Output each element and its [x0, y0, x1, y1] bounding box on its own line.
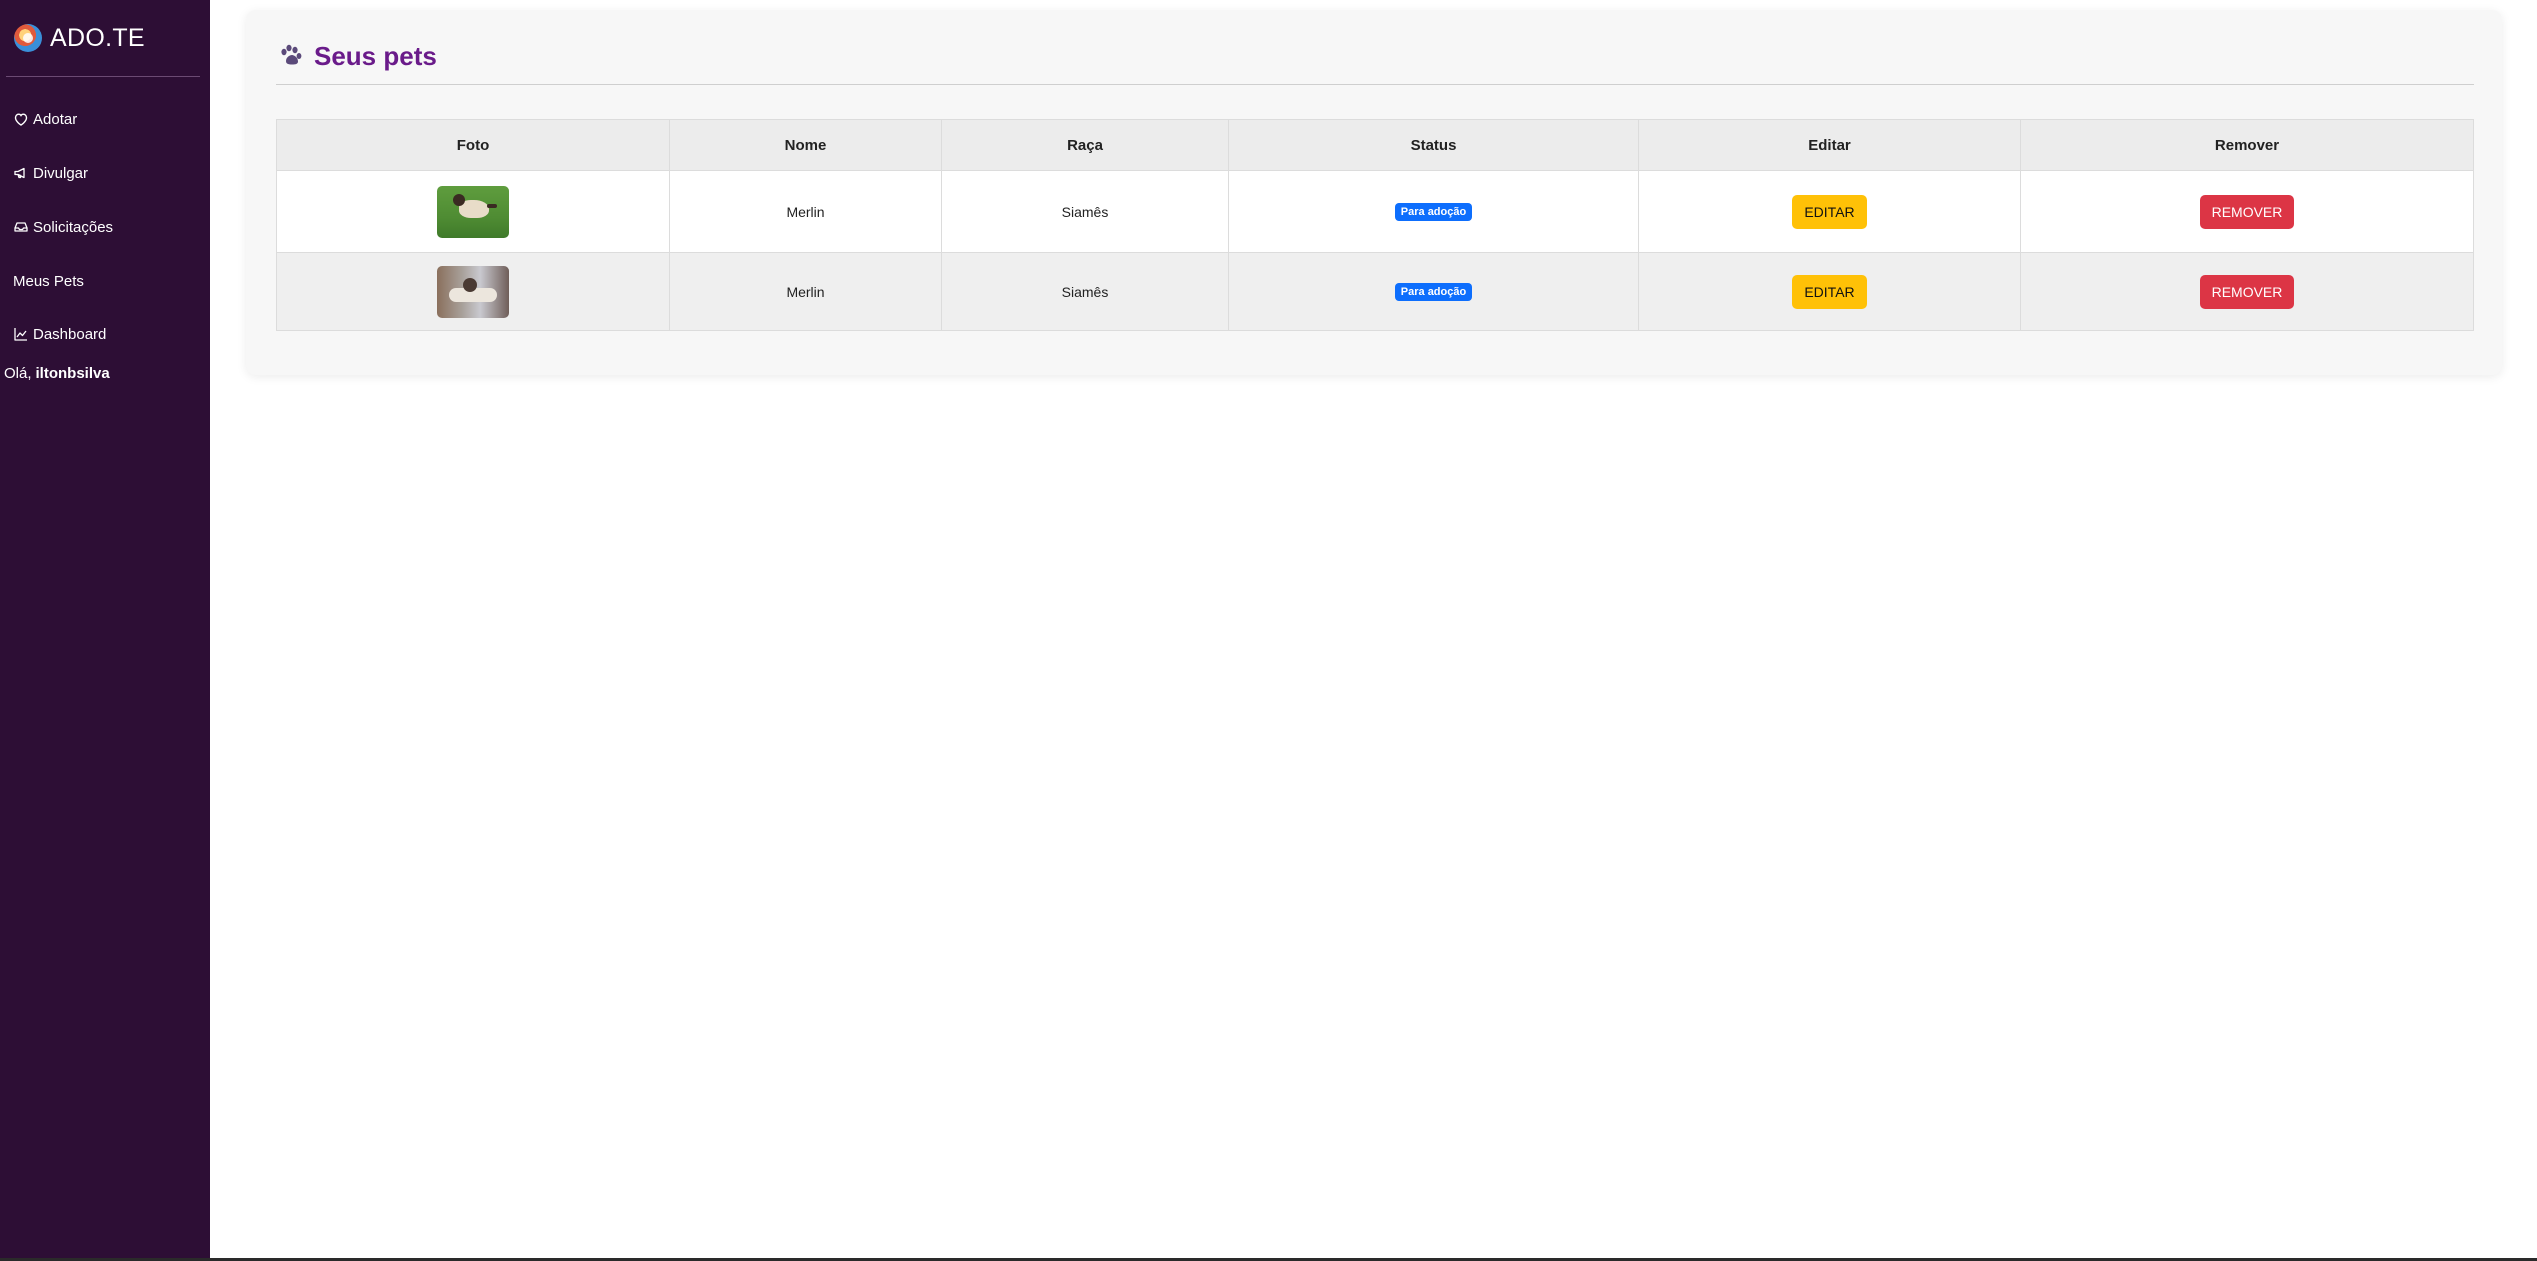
- edit-cell: EDITAR: [1638, 252, 2021, 331]
- page-header: Seus pets: [278, 38, 437, 74]
- sidebar-item-label: Solicitações: [33, 218, 114, 236]
- table-row: Merlin Siamês Para adoção EDITAR REMOVER: [276, 252, 2474, 331]
- status-badge: Para adoção: [1394, 283, 1473, 301]
- remove-button[interactable]: REMOVER: [2199, 274, 2295, 309]
- username[interactable]: iltonbsilva: [36, 365, 110, 382]
- status-cell: Para adoção: [1228, 252, 1639, 331]
- column-header-editar: Editar: [1638, 119, 2021, 171]
- title-divider: [276, 84, 2474, 85]
- paw-icon: [281, 44, 302, 65]
- photo-cell: [276, 252, 670, 331]
- user-greeting: Olá, iltonbsilva: [4, 362, 110, 384]
- table-row: Merlin Siamês Para adoção EDITAR REMOVER: [276, 170, 2474, 253]
- edit-button[interactable]: EDITAR: [1792, 194, 1867, 229]
- sidebar-item-adotar[interactable]: Adotar: [13, 108, 77, 130]
- sidebar-item-label: Dashboard: [33, 325, 107, 343]
- page-title: Seus pets: [314, 40, 437, 71]
- pet-photo: [437, 185, 509, 238]
- sidebar-item-label: Meus Pets: [13, 272, 84, 290]
- sidebar-item-label: Divulgar: [33, 164, 89, 182]
- pet-photo: [437, 265, 509, 318]
- table-header-row: Foto Nome Raça Status Editar Remover: [276, 119, 2474, 171]
- breed-cell: Siamês: [941, 252, 1229, 331]
- sidebar-item-dashboard[interactable]: Dashboard: [13, 323, 106, 345]
- pets-card: Seus pets Foto Nome Raça Status Editar R…: [246, 10, 2502, 375]
- sidebar-item-solicitacoes[interactable]: Solicitações: [13, 216, 113, 238]
- heart-icon: [14, 113, 28, 126]
- edit-cell: EDITAR: [1638, 170, 2021, 253]
- status-badge: Para adoção: [1394, 203, 1473, 221]
- edit-button[interactable]: EDITAR: [1792, 274, 1867, 309]
- sidebar-item-label: Adotar: [33, 110, 78, 128]
- column-header-foto: Foto: [276, 119, 670, 171]
- sidebar-divider: [6, 76, 200, 77]
- status-cell: Para adoção: [1228, 170, 1639, 253]
- inbox-icon: [14, 222, 28, 232]
- brand-name: ADO.TE: [50, 23, 145, 52]
- remove-cell: REMOVER: [2020, 252, 2474, 331]
- chart-line-icon: [14, 328, 27, 341]
- sidebar: ADO.TE Adotar Divulgar Solicitações Meus…: [0, 0, 210, 1261]
- column-header-raca: Raça: [941, 119, 1229, 171]
- sidebar-item-divulgar[interactable]: Divulgar: [13, 162, 88, 184]
- name-cell: Merlin: [669, 170, 942, 253]
- remove-button[interactable]: REMOVER: [2199, 194, 2295, 229]
- breed-cell: Siamês: [941, 170, 1229, 253]
- remove-cell: REMOVER: [2020, 170, 2474, 253]
- column-header-status: Status: [1228, 119, 1639, 171]
- name-cell: Merlin: [669, 252, 942, 331]
- column-header-nome: Nome: [669, 119, 942, 171]
- megaphone-icon: [14, 167, 25, 179]
- sidebar-item-meus-pets[interactable]: Meus Pets: [13, 270, 84, 292]
- column-header-remover: Remover: [2020, 119, 2474, 171]
- dog-logo-icon: [14, 24, 42, 52]
- greeting-prefix: Olá,: [4, 364, 32, 382]
- photo-cell: [276, 170, 670, 253]
- brand-link[interactable]: ADO.TE: [14, 20, 145, 56]
- pets-table: Foto Nome Raça Status Editar Remover Mer…: [276, 119, 2474, 331]
